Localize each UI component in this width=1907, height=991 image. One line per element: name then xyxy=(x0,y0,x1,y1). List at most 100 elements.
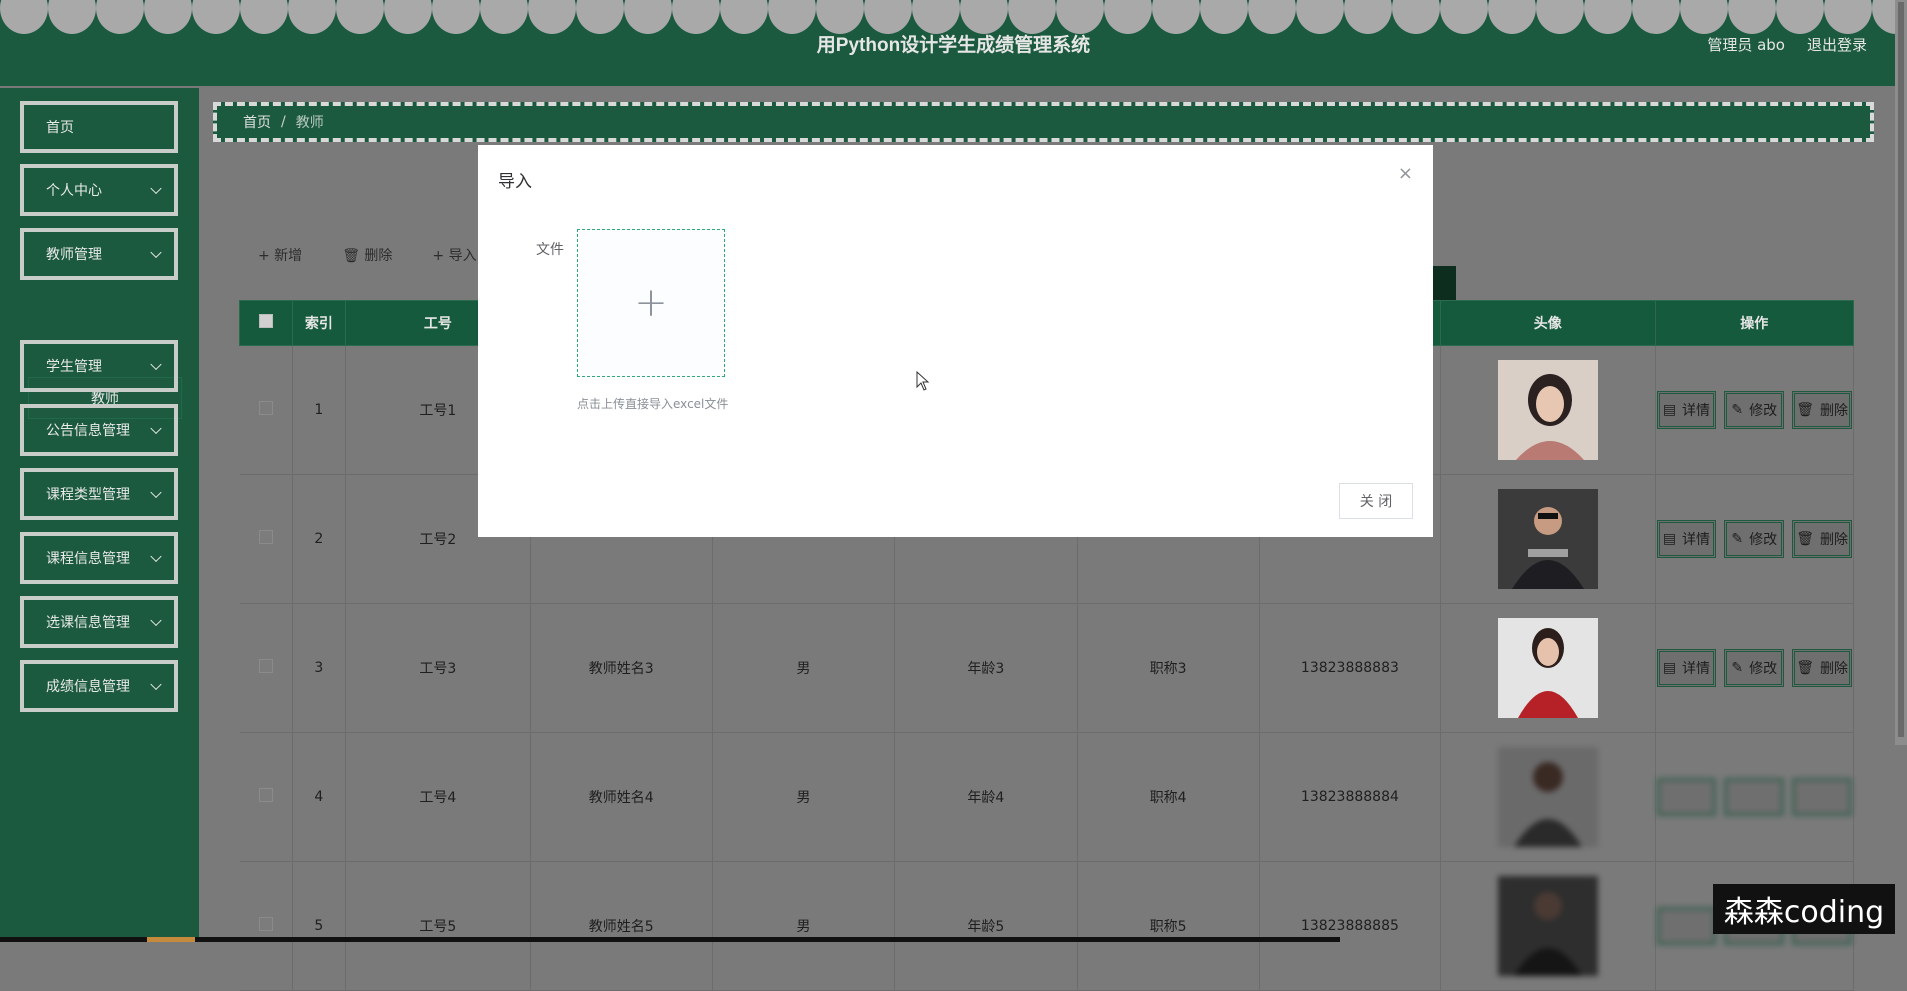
avatar xyxy=(1497,360,1598,460)
detail-button[interactable] xyxy=(1656,778,1717,816)
chevron-down-icon xyxy=(150,550,162,563)
user-role-label: 管理员 abo xyxy=(1707,36,1785,54)
breadcrumb-current: 教师 xyxy=(295,115,324,131)
table-row: 5 工号5 教师姓名5 男 年龄5 职称5 13823888885 xyxy=(239,861,1855,991)
breadcrumb-separator: / xyxy=(281,114,286,130)
cell-phone: 13823888883 xyxy=(1259,603,1442,733)
trash-icon: 🗑 xyxy=(1796,402,1814,418)
cell-name: 教师姓名5 xyxy=(530,861,713,991)
watermark: 森森coding xyxy=(1713,884,1895,934)
sidebar-item-course-info-management[interactable]: 课程信息管理 xyxy=(20,532,178,584)
chevron-down-icon xyxy=(150,246,162,259)
cell-phone: 13823888884 xyxy=(1259,732,1442,862)
cell-gender: 男 xyxy=(712,603,896,733)
breadcrumb-home[interactable]: 首页 xyxy=(243,112,271,132)
avatar xyxy=(1497,489,1598,589)
edit-button[interactable] xyxy=(1724,778,1785,816)
dialog-title: 导入 xyxy=(498,172,532,192)
trash-icon: 🗑 xyxy=(1796,531,1814,547)
cell-index: 4 xyxy=(292,732,347,862)
sidebar-item-grade-management[interactable]: 成绩信息管理 xyxy=(20,660,178,712)
chevron-down-icon xyxy=(150,678,162,691)
file-label: 文件 xyxy=(536,242,564,258)
table-row: 3 工号3 教师姓名3 男 年龄3 职称3 13823888883 ▤ 详情 ✎ 修… xyxy=(239,603,1855,733)
sidebar-item-teacher-management[interactable]: 教师管理 xyxy=(20,228,178,280)
avatar xyxy=(1497,747,1598,847)
detail-button[interactable]: ▤ 详情 xyxy=(1656,520,1717,558)
scrollbar-thumb[interactable] xyxy=(1898,2,1904,737)
cell-gender: 男 xyxy=(712,861,896,991)
logout-link[interactable]: 退出登录 xyxy=(1807,34,1867,55)
cell-job-no: 工号5 xyxy=(345,861,531,991)
column-header-index: 索引 xyxy=(291,300,347,346)
mouse-cursor-icon xyxy=(916,370,930,395)
avatar xyxy=(1497,618,1598,718)
edit-button[interactable]: ✎ 修改 xyxy=(1724,520,1785,558)
import-dialog: 导入 × 文件 + 点击上传直接导入excel文件 关 闭 xyxy=(478,145,1433,537)
cell-index: 3 xyxy=(292,603,347,733)
delete-button[interactable]: 🗑 删除 xyxy=(342,245,392,265)
chevron-down-icon xyxy=(150,182,162,195)
row-checkbox[interactable] xyxy=(239,861,293,991)
sidebar-item-course-selection-management[interactable]: 选课信息管理 xyxy=(20,596,178,648)
cell-job-no: 工号4 xyxy=(345,732,531,862)
sidebar-item-profile[interactable]: 个人中心 xyxy=(20,164,178,216)
page-scrollbar[interactable] xyxy=(1895,0,1907,745)
delete-row-button[interactable]: 🗑 删除 xyxy=(1792,391,1852,429)
chevron-down-icon xyxy=(150,358,162,371)
delete-row-button[interactable]: 🗑 删除 xyxy=(1792,649,1852,687)
pencil-icon: ✎ xyxy=(1731,531,1744,547)
row-checkbox[interactable] xyxy=(239,603,293,733)
cell-name: 教师姓名4 xyxy=(530,732,713,862)
chevron-down-icon xyxy=(150,422,162,435)
cell-age: 年龄4 xyxy=(894,732,1078,862)
cell-title: 职称3 xyxy=(1077,603,1260,733)
cell-phone: 13823888885 xyxy=(1259,861,1442,991)
document-icon: ▤ xyxy=(1662,402,1677,418)
cell-title: 职称5 xyxy=(1077,861,1260,991)
delete-row-button[interactable]: 🗑 删除 xyxy=(1792,520,1852,558)
app-title: 用Python设计学生成绩管理系统 xyxy=(816,35,1091,56)
add-button[interactable]: + 新增 xyxy=(258,245,302,265)
column-header-avatar: 头像 xyxy=(1440,300,1656,346)
cell-index: 5 xyxy=(292,861,347,991)
column-header-ops: 操作 xyxy=(1654,300,1855,346)
sidebar-item-course-type-management[interactable]: 课程类型管理 xyxy=(20,468,178,520)
cell-index: 2 xyxy=(292,474,347,604)
trash-icon: 🗑 xyxy=(1796,660,1814,676)
sidebar-item-home[interactable]: 首页 xyxy=(20,101,178,153)
detail-button[interactable]: ▤ 详情 xyxy=(1656,391,1717,429)
breadcrumb: 首页 / 教师 xyxy=(213,102,1874,142)
detail-button[interactable] xyxy=(1656,907,1717,945)
chevron-down-icon xyxy=(150,614,162,627)
detail-button[interactable]: ▤ 详情 xyxy=(1656,649,1717,687)
chevron-down-icon xyxy=(150,486,162,499)
document-icon: ▤ xyxy=(1662,660,1677,676)
edit-button[interactable]: ✎ 修改 xyxy=(1724,391,1785,429)
sidebar-item-student-management[interactable]: 学生管理 xyxy=(20,340,178,392)
close-dialog-button[interactable]: 关 闭 xyxy=(1339,483,1413,519)
file-upload-dropzone[interactable]: + xyxy=(577,229,725,377)
sidebar: 首页 个人中心 教师管理 教师 学生管理 公告信息管理 课程类型管理 课程信息管… xyxy=(0,88,199,942)
row-checkbox[interactable] xyxy=(239,345,293,475)
edit-button[interactable]: ✎ 修改 xyxy=(1724,649,1785,687)
import-button[interactable]: + 导入 xyxy=(432,245,476,265)
pencil-icon: ✎ xyxy=(1731,660,1744,676)
cell-age: 年龄3 xyxy=(894,603,1078,733)
cell-gender: 男 xyxy=(712,732,896,862)
close-icon[interactable]: × xyxy=(1398,163,1413,184)
delete-row-button[interactable] xyxy=(1792,778,1852,816)
row-checkbox[interactable] xyxy=(239,732,293,862)
cell-name: 教师姓名3 xyxy=(530,603,713,733)
sidebar-item-notice-management[interactable]: 公告信息管理 xyxy=(20,404,178,456)
cell-age: 年龄5 xyxy=(894,861,1078,991)
cell-title: 职称4 xyxy=(1077,732,1260,862)
select-all-checkbox[interactable] xyxy=(239,300,293,346)
table-toolbar: + 新增 🗑 删除 + 导入 xyxy=(258,245,477,265)
table-row: 4 工号4 教师姓名4 男 年龄4 职称4 13823888884 xyxy=(239,732,1855,862)
pencil-icon: ✎ xyxy=(1731,402,1744,418)
document-icon: ▤ xyxy=(1662,531,1677,547)
plus-icon: + xyxy=(634,280,668,326)
top-header: 用Python设计学生成绩管理系统 管理员 abo 退出登录 xyxy=(0,0,1907,86)
row-checkbox[interactable] xyxy=(239,474,293,604)
